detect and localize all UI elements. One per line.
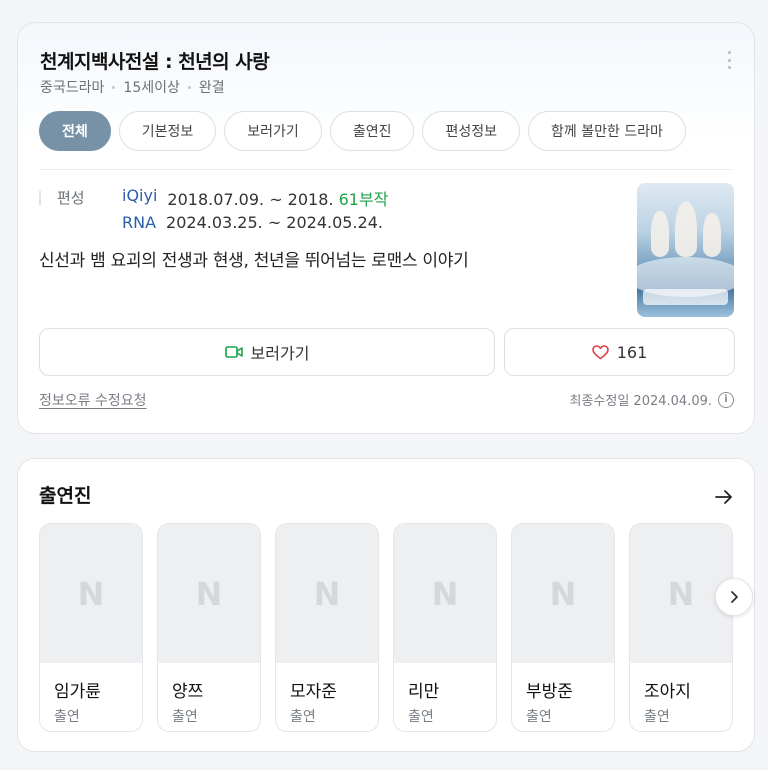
drama-meta: 중국드라마 15세이상 완결 — [40, 77, 225, 97]
cast-name: 부방준 — [526, 682, 573, 702]
naver-logo-placeholder: N — [549, 574, 577, 613]
like-button[interactable]: 161 — [504, 328, 735, 376]
meta-genre: 중국드라마 — [40, 80, 105, 96]
meta-status: 완결 — [198, 80, 225, 96]
cast-name: 모자준 — [290, 682, 337, 702]
schedule-episodes: 61부작 — [338, 190, 389, 209]
tab-schedule[interactable]: 편성정보 — [422, 111, 520, 151]
meta-rating: 15세이상 — [123, 80, 180, 96]
info-icon[interactable]: i — [718, 391, 734, 408]
watch-button-label: 보러가기 — [250, 344, 310, 363]
divider — [39, 169, 733, 170]
schedule-dates: 2018.07.09. ~ 2018. — [167, 190, 334, 209]
cast-photo-placeholder: N — [158, 524, 260, 663]
cast-photo-placeholder: N — [512, 524, 614, 663]
tab-watch[interactable]: 보러가기 — [224, 111, 322, 151]
naver-logo-placeholder: N — [667, 574, 695, 613]
cast-item[interactable]: N 부방준 출연 — [511, 523, 615, 732]
chevron-right-icon — [731, 591, 738, 603]
cast-photo-placeholder: N — [276, 524, 378, 663]
cast-name: 리만 — [408, 682, 440, 702]
schedule-row: iQiyi 2018.07.09. ~ 2018. 61부작 — [122, 186, 388, 210]
last-updated-text: 최종수정일 2024.04.09. — [569, 394, 713, 409]
naver-logo-placeholder: N — [77, 574, 105, 613]
arrow-right-icon[interactable] — [714, 487, 734, 507]
cast-role: 출연 — [172, 709, 198, 725]
report-error-link[interactable]: 정보오류 수정요청 — [39, 390, 147, 410]
separator-dot — [187, 85, 191, 89]
drama-title[interactable]: 천계지백사전설 : 천년의 사랑 — [40, 47, 270, 74]
schedule-network[interactable]: RNA — [122, 213, 156, 232]
cast-role: 출연 — [644, 709, 670, 725]
more-options-icon[interactable] — [724, 51, 734, 69]
cast-item[interactable]: N 모자준 출연 — [275, 523, 379, 732]
watch-button[interactable]: 보러가기 — [39, 328, 495, 376]
carousel-next-button[interactable] — [715, 578, 753, 616]
cast-role: 출연 — [408, 709, 434, 725]
tab-all[interactable]: 전체 — [39, 111, 111, 151]
cast-photo-placeholder: N — [40, 524, 142, 663]
last-updated: 최종수정일 2024.04.09. i — [569, 390, 734, 409]
video-camera-icon — [224, 346, 243, 358]
cast-role: 출연 — [526, 709, 552, 725]
drama-poster[interactable] — [637, 183, 734, 317]
cast-name: 양쯔 — [172, 682, 204, 702]
schedule-label: 편성 — [39, 187, 85, 208]
cast-item[interactable]: N 임가륜 출연 — [39, 523, 143, 732]
cast-name: 임가륜 — [54, 682, 101, 702]
drama-description: 신선과 뱀 요괴의 전생과 현생, 천년을 뛰어넘는 로맨스 이야기 — [39, 251, 469, 271]
like-count: 161 — [616, 342, 648, 362]
heart-icon — [591, 344, 609, 359]
schedule-dates: 2024.03.25. ~ 2024.05.24. — [166, 213, 383, 232]
cast-name: 조아지 — [644, 682, 691, 702]
cast-role: 출연 — [54, 709, 80, 725]
naver-logo-placeholder: N — [313, 574, 341, 613]
drama-info-card: 천계지백사전설 : 천년의 사랑 중국드라마 15세이상 완결 전체 기본정보 … — [17, 22, 755, 434]
schedule-row: RNA 2024.03.25. ~ 2024.05.24. — [122, 213, 383, 232]
cast-item[interactable]: N 조아지 출연 — [629, 523, 733, 732]
tab-cast[interactable]: 출연진 — [329, 111, 415, 151]
cast-card: 출연진 N 임가륜 출연 N 양쯔 출연 N 모자준 출연 N 리만 출연 N … — [17, 458, 755, 752]
separator-dot — [112, 85, 116, 89]
naver-logo-placeholder: N — [431, 574, 459, 613]
tab-basic-info[interactable]: 기본정보 — [118, 111, 217, 151]
cast-list: N 임가륜 출연 N 양쯔 출연 N 모자준 출연 N 리만 출연 N 부방준 … — [39, 523, 733, 732]
tab-bar: 전체 기본정보 보러가기 출연진 편성정보 함께 볼만한 드라마 — [39, 111, 686, 151]
cast-photo-placeholder: N — [394, 524, 496, 663]
schedule-network[interactable]: iQiyi — [122, 186, 157, 210]
cast-item[interactable]: N 리만 출연 — [393, 523, 497, 732]
tab-similar-dramas[interactable]: 함께 볼만한 드라마 — [528, 111, 686, 151]
cast-section-title[interactable]: 출연진 — [39, 481, 91, 508]
naver-logo-placeholder: N — [195, 574, 223, 613]
cast-item[interactable]: N 양쯔 출연 — [157, 523, 261, 732]
cast-role: 출연 — [290, 709, 316, 725]
